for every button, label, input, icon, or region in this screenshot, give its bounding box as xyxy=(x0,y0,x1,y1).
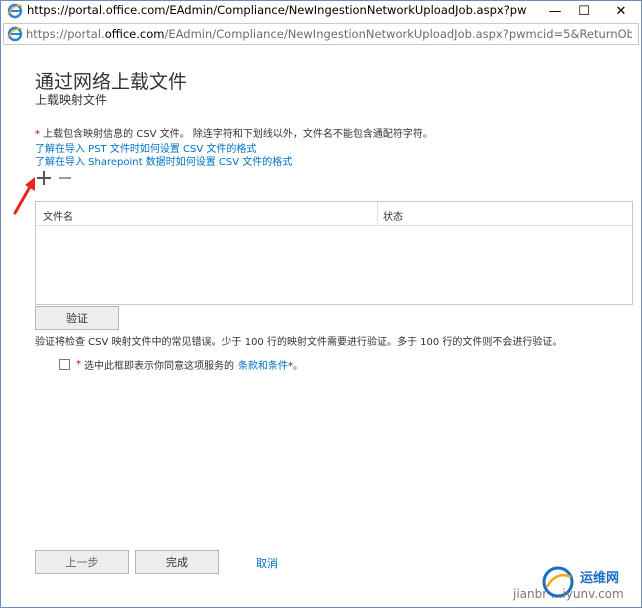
window-title: https://portal.office.com/EAdmin/Complia… xyxy=(27,3,527,17)
page-subtitle: 上载映射文件 xyxy=(35,93,108,107)
grid-header: 文件名 状态 xyxy=(36,202,632,226)
dialog-content: 通过网络上载文件 上载映射文件 * 上载包含映射信息的 CSV 文件。 除连字符… xyxy=(1,47,641,607)
file-grid: 文件名 状态 xyxy=(35,201,633,305)
verify-button[interactable]: 验证 xyxy=(35,306,119,330)
address-url: https://portal.office.com/EAdmin/Complia… xyxy=(26,27,632,41)
column-header-filename[interactable]: 文件名 xyxy=(43,208,73,223)
upload-note-text: 上载包含映射信息的 CSV 文件。 除连字符和下划线以外，文件名不能包含通配符字… xyxy=(40,129,433,140)
column-divider xyxy=(377,202,378,226)
terms-link[interactable]: 条款和条件 xyxy=(238,357,288,372)
page-title: 通过网络上载文件 xyxy=(35,71,188,93)
ie-icon xyxy=(7,26,23,42)
column-header-status[interactable]: 状态 xyxy=(383,208,403,223)
consent-row: * 选中此框即表示你同意这项服务的 条款和条件 *。 xyxy=(59,357,303,372)
verify-note: 验证将检查 CSV 映射文件中的常见错误。少于 100 行的映射文件需要进行验证… xyxy=(35,337,563,348)
finish-button[interactable]: 完成 xyxy=(135,550,219,574)
watermark-url: jianbr ...iyunv.com xyxy=(513,587,624,601)
url-prefix: https://portal. xyxy=(26,27,105,41)
url-path: /EAdmin/Compliance/NewIngestionNetworkUp… xyxy=(164,27,632,41)
consent-checkbox[interactable] xyxy=(59,359,70,370)
url-host: office.com xyxy=(104,27,165,41)
minus-icon[interactable] xyxy=(59,171,71,185)
back-button[interactable]: 上一步 xyxy=(35,550,129,574)
upload-note: * 上载包含映射信息的 CSV 文件。 除连字符和下划线以外，文件名不能包含通配… xyxy=(35,125,433,140)
watermark-title: 运维网 xyxy=(580,571,620,586)
consent-suffix: *。 xyxy=(288,361,303,372)
cancel-link[interactable]: 取消 xyxy=(256,555,278,571)
close-button[interactable]: ✕ xyxy=(601,1,641,21)
consent-text: 选中此框即表示你同意这项服务的 xyxy=(84,361,234,372)
required-marker: * xyxy=(76,359,81,370)
sharepoint-format-link[interactable]: 了解在导入 Sharepoint 数据时如何设置 CSV 文件的格式 xyxy=(35,153,292,168)
title-bar: https://portal.office.com/EAdmin/Complia… xyxy=(1,1,641,21)
ie-icon xyxy=(7,3,23,19)
maximize-button[interactable]: ☐ xyxy=(564,1,604,21)
address-bar[interactable]: https://portal.office.com/EAdmin/Complia… xyxy=(3,23,639,45)
browser-window: https://portal.office.com/EAdmin/Complia… xyxy=(0,0,642,608)
